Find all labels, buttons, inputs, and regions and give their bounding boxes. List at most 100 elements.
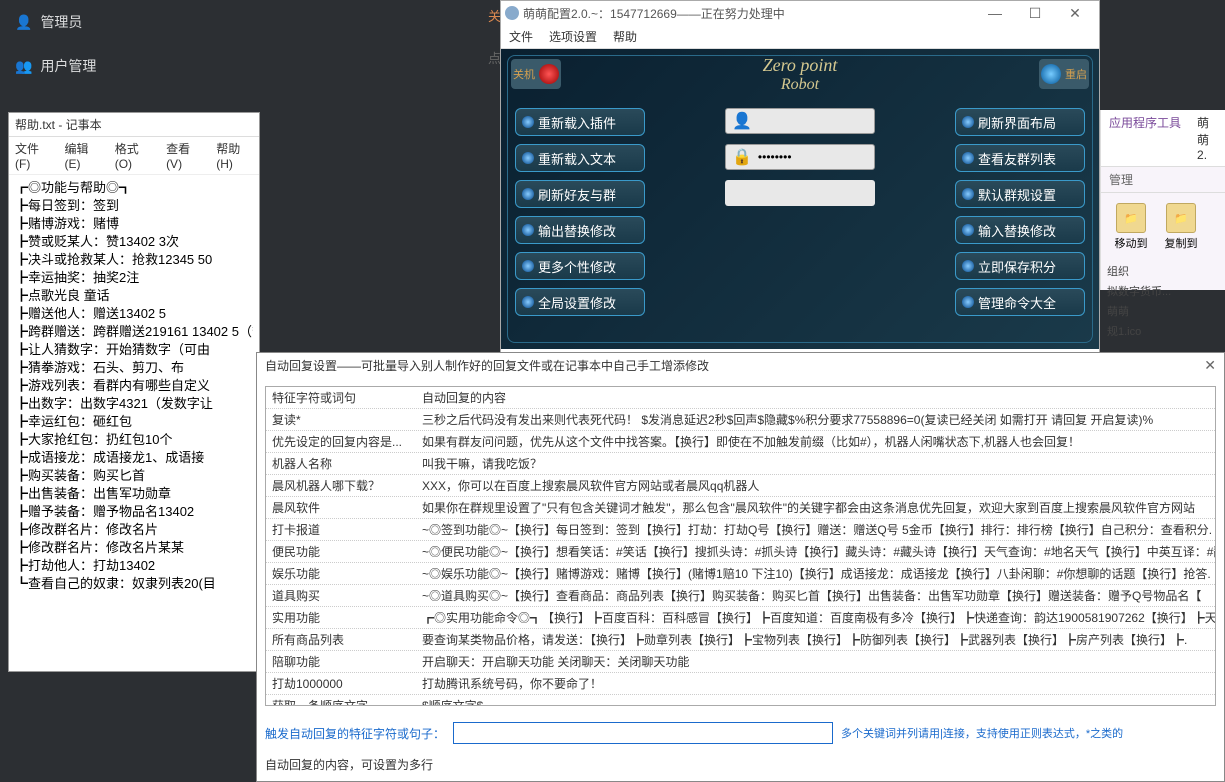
cell-trigger: 所有商品列表 <box>266 629 416 650</box>
cell-content: ~◎便民功能◎~【换行】想看笑话：#笑话【换行】搜抓头诗：#抓头诗【换行】藏头诗… <box>416 541 1215 562</box>
robot-button-r1[interactable]: 查看友群列表 <box>955 144 1085 172</box>
cell-content: ┏◎实用功能命令◎┓【换行】┣百度百科：百科感冒【换行】┣百度知道：百度南极有多… <box>416 607 1215 628</box>
robot-button-1[interactable]: 重新载入文本 <box>515 144 645 172</box>
cell-trigger: 机器人名称 <box>266 453 416 474</box>
autoreply-table: 特征字符或词句 自动回复的内容 复读*三秒之后代码没有发出来则代表死代码！ $发… <box>265 386 1216 706</box>
cell-content: ~◎签到功能◎~【换行】每日签到：签到【换行】打劫：打劫Q号【换行】赠送：赠送Q… <box>416 519 1215 540</box>
tab-mengmeng[interactable]: 萌萌2. <box>1189 110 1225 167</box>
notepad-line: ┣赌博游戏：赌博 <box>15 215 253 233</box>
notepad-line: ┏◎功能与帮助◎┓ <box>15 179 253 197</box>
cell-content: 如果你在群规里设置了"只有包含关键词才触发"，那么包含"晨风软件"的关键字都会由… <box>416 497 1215 518</box>
robot-button-r0[interactable]: 刷新界面布局 <box>955 108 1085 136</box>
list-item[interactable]: 萌萌 <box>1101 301 1225 321</box>
notepad-line: ┣幸运抽奖：抽奖2注 <box>15 269 253 287</box>
cell-trigger: 获取一条顺序文字 <box>266 695 416 706</box>
notepad-line: ┣让人猜数字：开始猜数字（可由 <box>15 341 253 359</box>
menu-file[interactable]: 文件(F) <box>15 140 51 171</box>
account-input-wrapper: 👤 <box>725 108 875 134</box>
table-row[interactable]: 优先设定的回复内容是...如果有群友问问题，优先从这个文件中找答案。【换行】即使… <box>266 431 1215 453</box>
table-row[interactable]: 晨风软件如果你在群规里设置了"只有包含关键词才触发"，那么包含"晨风软件"的关键… <box>266 497 1215 519</box>
robot-config-window: 萌萌配置2.0.~：1547712669——正在努力处理中 — ☐ ✕ 文件 选… <box>500 0 1100 355</box>
table-row[interactable]: 道具购买~◎道具购买◎~【换行】查看商品：商品列表【换行】购买装备：购买匕首【换… <box>266 585 1215 607</box>
menu-edit[interactable]: 编辑(E) <box>65 140 101 171</box>
password-input[interactable] <box>758 150 868 164</box>
robot-button-5[interactable]: 全局设置修改 <box>515 288 645 316</box>
trigger-hint: 多个关键词并列请用|连接，支持使用正则表达式，*之类的 <box>841 725 1123 741</box>
account-input[interactable] <box>758 114 868 128</box>
users-icon: 👥 <box>15 58 32 75</box>
sidebar-item-users[interactable]: 👥 用户管理 <box>0 44 500 88</box>
table-row[interactable]: 便民功能~◎便民功能◎~【换行】想看笑话：#笑话【换行】搜抓头诗：#抓头诗【换行… <box>266 541 1215 563</box>
minimize-button[interactable]: — <box>975 3 1015 23</box>
cell-trigger: 复读* <box>266 409 416 430</box>
robot-button-r3[interactable]: 输入替换修改 <box>955 216 1085 244</box>
cell-trigger: 打卡报道 <box>266 519 416 540</box>
password-input-wrapper: 🔒 <box>725 144 875 170</box>
menu-format[interactable]: 格式(O) <box>115 140 152 171</box>
shutdown-button[interactable]: 关机 <box>511 59 561 89</box>
menu-view[interactable]: 查看(V) <box>166 140 202 171</box>
folder-copy-icon: 📁 <box>1166 203 1196 233</box>
table-row[interactable]: 获取一条顺序文字$顺序文字$ <box>266 695 1215 706</box>
table-row[interactable]: 实用功能┏◎实用功能命令◎┓【换行】┣百度百科：百科感冒【换行】┣百度知道：百度… <box>266 607 1215 629</box>
tab-app-tools[interactable]: 应用程序工具 <box>1101 110 1189 167</box>
cell-trigger: 打劫1000000 <box>266 673 416 694</box>
cell-content: XXX，你可以在百度上搜索晨风软件官方网站或者晨风qq机器人 <box>416 475 1215 496</box>
cell-content: $顺序文字$ <box>416 695 1215 706</box>
notepad-content[interactable]: ┏◎功能与帮助◎┓┣每日签到：签到┣赌博游戏：赌博┣赞或贬某人：赞13402 3… <box>9 175 259 597</box>
move-to-button[interactable]: 📁 移动到 <box>1111 203 1151 251</box>
menu-file[interactable]: 文件 <box>509 28 533 45</box>
menu-help[interactable]: 帮助(H) <box>216 140 253 171</box>
notepad-line: ┣游戏列表：看群内有哪些自定义 <box>15 377 253 395</box>
cell-trigger: 晨风软件 <box>266 497 416 518</box>
table-row[interactable]: 所有商品列表要查询某类物品价格，请发送：【换行】┣勋章列表【换行】┣宝物列表【换… <box>266 629 1215 651</box>
robot-button-r5[interactable]: 管理命令大全 <box>955 288 1085 316</box>
cell-content: ~◎娱乐功能◎~【换行】赌博游戏：赌博【换行】(赌博1赔10 下注10)【换行】… <box>416 563 1215 584</box>
notepad-line: ┣购买装备：购买匕首 <box>15 467 253 485</box>
content-label: 自动回复的内容，可设置为多行 <box>257 752 1224 777</box>
user-icon: 👤 <box>15 14 32 31</box>
table-row[interactable]: 机器人名称叫我干嘛，请我吃饭？ <box>266 453 1215 475</box>
notepad-line: ┣赠予装备：赠予物品名13402 <box>15 503 253 521</box>
list-item[interactable]: 规1.ico <box>1101 321 1225 341</box>
robot-button-r2[interactable]: 默认群规设置 <box>955 180 1085 208</box>
close-button[interactable]: ✕ <box>1055 3 1095 23</box>
notepad-line: ┣出售装备：出售军功勋章 <box>15 485 253 503</box>
column-header-trigger[interactable]: 特征字符或词句 <box>266 387 416 408</box>
tab-manage[interactable]: 管理 <box>1101 167 1225 193</box>
table-row[interactable]: 复读*三秒之后代码没有发出来则代表死代码！ $发消息延迟2秒$回声$隐藏$%积分… <box>266 409 1215 431</box>
notepad-line: ┣幸运红包：砸红包 <box>15 413 253 431</box>
copy-to-button[interactable]: 📁 复制到 <box>1161 203 1201 251</box>
table-row[interactable]: 晨风机器人哪下载？XXX，你可以在百度上搜索晨风软件官方网站或者晨风qq机器人 <box>266 475 1215 497</box>
table-row[interactable]: 陪聊功能开启聊天：开启聊天功能 关闭聊天：关闭聊天功能 <box>266 651 1215 673</box>
table-row[interactable]: 打卡报道~◎签到功能◎~【换行】每日签到：签到【换行】打劫：打劫Q号【换行】赠送… <box>266 519 1215 541</box>
brand-subtext: Robot <box>501 76 1099 94</box>
robot-button-0[interactable]: 重新载入插件 <box>515 108 645 136</box>
menu-options[interactable]: 选项设置 <box>549 28 597 45</box>
robot-button-r4[interactable]: 立即保存积分 <box>955 252 1085 280</box>
restart-button[interactable]: 重启 <box>1039 59 1089 89</box>
sidebar-item-admin[interactable]: 👤 管理员 <box>0 0 500 44</box>
notepad-line: ┣赞或贬某人：赞13402 3次 <box>15 233 253 251</box>
trigger-input[interactable] <box>453 722 833 744</box>
table-row[interactable]: 娱乐功能~◎娱乐功能◎~【换行】赌博游戏：赌博【换行】(赌博1赔10 下注10)… <box>266 563 1215 585</box>
notepad-line: ┣跨群赠送：跨群赠送219161 13402 5（赞） <box>15 323 253 341</box>
table-row[interactable]: 打劫1000000打劫腾讯系统号码，你不要命了！ <box>266 673 1215 695</box>
trigger-label: 触发自动回复的特征字符或句子： <box>265 725 445 742</box>
notepad-line: ┣每日签到：签到 <box>15 197 253 215</box>
robot-button-3[interactable]: 输出替换修改 <box>515 216 645 244</box>
close-button[interactable]: ✕ <box>1204 357 1216 374</box>
list-item[interactable]: 拟数字货币... <box>1101 281 1225 301</box>
maximize-button[interactable]: ☐ <box>1015 3 1055 23</box>
notepad-line: ┣修改群名片：修改名片某某 <box>15 539 253 557</box>
menu-help[interactable]: 帮助 <box>613 28 637 45</box>
cell-content: 开启聊天：开启聊天功能 关闭聊天：关闭聊天功能 <box>416 651 1215 672</box>
notepad-line: ┗查看自己的奴隶：奴隶列表20(目 <box>15 575 253 593</box>
column-header-content[interactable]: 自动回复的内容 <box>416 387 1215 408</box>
notepad-menubar: 文件(F) 编辑(E) 格式(O) 查看(V) 帮助(H) <box>9 137 259 175</box>
folder-move-icon: 📁 <box>1116 203 1146 233</box>
robot-button-4[interactable]: 更多个性修改 <box>515 252 645 280</box>
sidebar-label: 管理员 <box>40 12 82 32</box>
blank-field[interactable] <box>725 180 875 206</box>
robot-button-2[interactable]: 刷新好友与群 <box>515 180 645 208</box>
